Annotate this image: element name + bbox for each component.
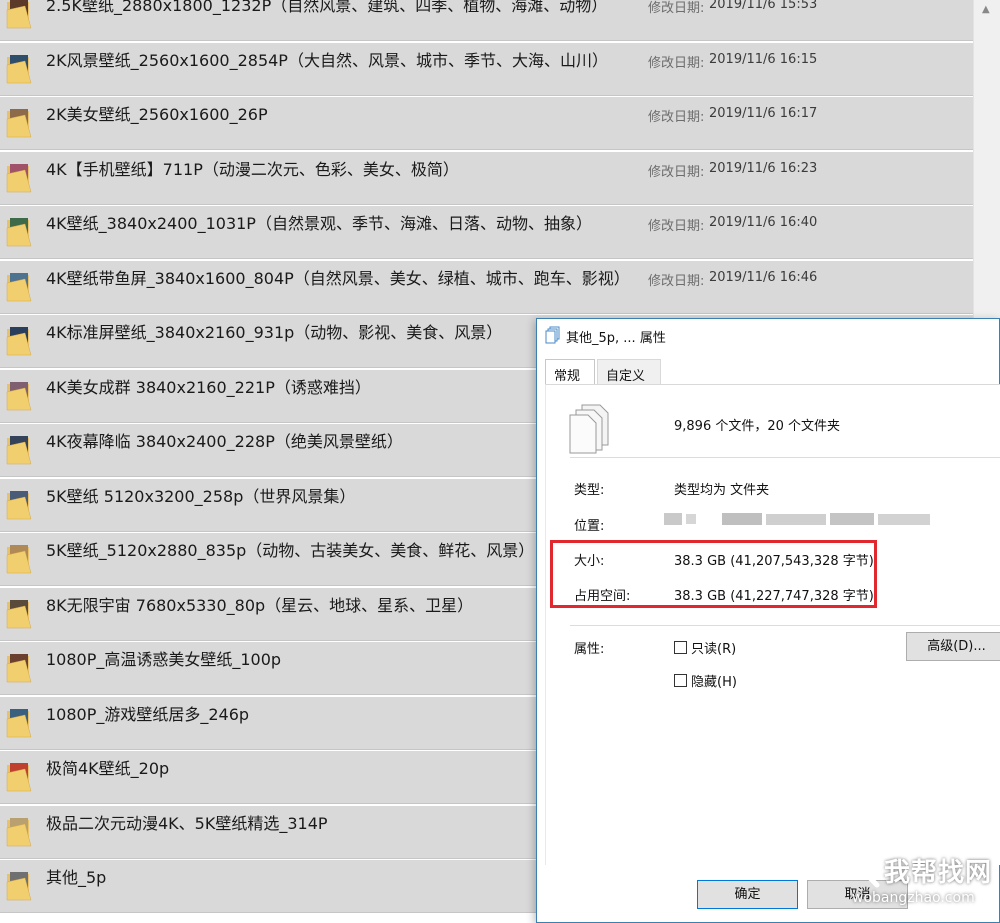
hidden-label[interactable]: 隐藏(H) xyxy=(691,671,737,690)
folder-thumbnail-icon xyxy=(6,490,32,519)
folder-thumbnail-icon xyxy=(6,54,32,83)
documents-icon xyxy=(545,326,560,344)
folder-name: 2K风景壁纸_2560x1600_2854P（大自然、风景、城市、季节、大海、山… xyxy=(46,50,608,70)
modified-date-value: 2019/11/6 15:53 xyxy=(709,0,818,12)
folder-row[interactable]: 2.5K壁纸_2880x1800_1232P（自然风景、建筑、四季、植物、海滩、… xyxy=(0,0,973,41)
type-value: 类型均为 文件夹 xyxy=(674,483,770,498)
properties-dialog: 其他_5p, ... 属性 常规 自定义 9,896 个文件，20 个文件夹 类… xyxy=(536,318,1000,923)
modified-date-label: 修改日期: xyxy=(648,110,705,125)
folder-name: 8K无限宇宙 7680x5330_80p（星云、地球、星系、卫星） xyxy=(46,595,474,615)
modified-date-value: 2019/11/6 16:46 xyxy=(709,269,818,285)
modified-date-label: 修改日期: xyxy=(648,219,705,234)
size-value: 38.3 GB (41,207,543,328 字节) xyxy=(674,554,874,569)
selection-summary: 9,896 个文件，20 个文件夹 xyxy=(674,419,841,434)
separator xyxy=(570,625,1000,626)
modified-date-value: 2019/11/6 16:15 xyxy=(709,51,818,67)
modified-date-label: 修改日期: xyxy=(648,164,705,180)
folder-name: 4K【手机壁纸】711P（动漫二次元、色彩、美女、极简） xyxy=(46,159,459,179)
scrollbar[interactable]: ▲ xyxy=(973,0,1000,320)
folder-thumbnail-icon xyxy=(6,0,32,29)
folder-name: 其他_5p xyxy=(46,868,107,887)
folder-thumbnail-icon xyxy=(6,872,32,901)
folder-name: 4K美女成群 3840x2160_221P（诱惑难挡） xyxy=(46,377,371,397)
folder-name: 极简4K壁纸_20p xyxy=(46,759,170,778)
folder-name: 2K美女壁纸_2560x1600_26P xyxy=(46,105,268,124)
folder-name: 4K壁纸_3840x2400_1031P（自然景观、季节、海滩、日落、动物、抽象… xyxy=(46,214,592,233)
folder-thumbnail-icon xyxy=(6,272,32,301)
size-label: 大小: xyxy=(574,554,605,569)
folder-name: 4K夜幕降临 3840x2400_228P（绝美风景壁纸） xyxy=(46,432,403,451)
general-tab-panel: 9,896 个文件，20 个文件夹 类型: 类型均为 文件夹 位置: 大小: 3… xyxy=(545,384,1000,865)
folder-name: 极品二次元动漫4K、5K壁纸精选_314P xyxy=(46,813,328,833)
watermark-url: wobangzhao.com xyxy=(852,890,975,906)
modified-date-value: 2019/11/6 16:17 xyxy=(709,106,818,121)
location-label: 位置: xyxy=(574,519,605,534)
readonly-label[interactable]: 只读(R) xyxy=(691,638,736,657)
folder-thumbnail-icon xyxy=(6,327,32,356)
folder-thumbnail-icon xyxy=(6,708,32,737)
folder-row[interactable]: 4K壁纸_3840x2400_1031P（自然景观、季节、海滩、日落、动物、抽象… xyxy=(0,206,973,259)
multiple-files-icon xyxy=(569,404,609,454)
scroll-up-arrow-icon[interactable]: ▲ xyxy=(982,4,990,15)
folder-row[interactable]: 2K美女壁纸_2560x1600_26P 修改日期: 2019/11/6 16:17 xyxy=(0,97,973,150)
dialog-titlebar[interactable]: 其他_5p, ... 属性 xyxy=(537,319,999,351)
folder-thumbnail-icon xyxy=(6,436,32,465)
modified-date-label: 修改日期: xyxy=(648,1,705,16)
disk-usage-value: 38.3 GB (41,227,747,328 字节) xyxy=(674,589,874,604)
advanced-button[interactable]: 高级(D)... xyxy=(906,632,1000,661)
watermark: 我帮找网 wobangzhao.com xyxy=(846,852,996,918)
folder-name: 4K标准屏壁纸_3840x2160_931p（动物、影视、美食、风景） xyxy=(46,323,503,342)
modified-date-label: 修改日期: xyxy=(648,55,705,71)
watermark-text: 我帮找网 xyxy=(884,858,993,888)
separator xyxy=(570,457,1000,458)
blurred-location-value xyxy=(664,513,930,525)
folder-thumbnail-icon xyxy=(6,109,32,138)
folder-row[interactable]: 2K风景壁纸_2560x1600_2854P（大自然、风景、城市、季节、大海、山… xyxy=(0,42,973,96)
disk-usage-label: 占用空间: xyxy=(574,589,631,604)
folder-name: 4K壁纸带鱼屏_3840x1600_804P（自然风景、美女、绿植、城市、跑车、… xyxy=(46,268,630,288)
folder-name: 2.5K壁纸_2880x1800_1232P（自然风景、建筑、四季、植物、海滩、… xyxy=(46,0,608,15)
folder-thumbnail-icon xyxy=(6,763,32,792)
modified-date-label: 修改日期: xyxy=(648,273,705,289)
folder-name: 5K壁纸_5120x2880_835p（动物、古装美女、美食、鲜花、风景） xyxy=(46,541,535,560)
folder-name: 1080P_高温诱惑美女壁纸_100p xyxy=(46,650,282,669)
folder-thumbnail-icon xyxy=(6,381,32,410)
attributes-label: 属性: xyxy=(574,642,605,657)
folder-thumbnail-icon xyxy=(6,654,32,683)
modified-date-value: 2019/11/6 16:40 xyxy=(709,215,818,230)
hidden-checkbox[interactable] xyxy=(674,674,687,687)
folder-row[interactable]: 4K【手机壁纸】711P（动漫二次元、色彩、美女、极简） 修改日期: 2019/11… xyxy=(0,151,973,205)
tab-custom[interactable]: 自定义 xyxy=(597,359,661,384)
magnifier-logo-icon xyxy=(848,856,880,888)
folder-thumbnail-icon xyxy=(6,599,32,628)
folder-thumbnail-icon xyxy=(6,545,32,574)
modified-date-value: 2019/11/6 16:23 xyxy=(709,160,818,176)
folder-thumbnail-icon xyxy=(6,817,32,846)
folder-thumbnail-icon xyxy=(6,163,32,192)
readonly-checkbox[interactable] xyxy=(674,641,687,654)
folder-name: 1080P_游戏壁纸居多_246p xyxy=(46,704,250,724)
folder-row[interactable]: 4K壁纸带鱼屏_3840x1600_804P（自然风景、美女、绿植、城市、跑车、… xyxy=(0,260,973,314)
tab-general[interactable]: 常规 xyxy=(545,359,595,386)
type-label: 类型: xyxy=(574,483,605,498)
ok-button[interactable]: 确定 xyxy=(697,880,798,909)
folder-thumbnail-icon xyxy=(6,218,32,247)
dialog-title: 其他_5p, ... 属性 xyxy=(566,331,666,346)
folder-name: 5K壁纸 5120x3200_258p（世界风景集） xyxy=(46,486,356,506)
